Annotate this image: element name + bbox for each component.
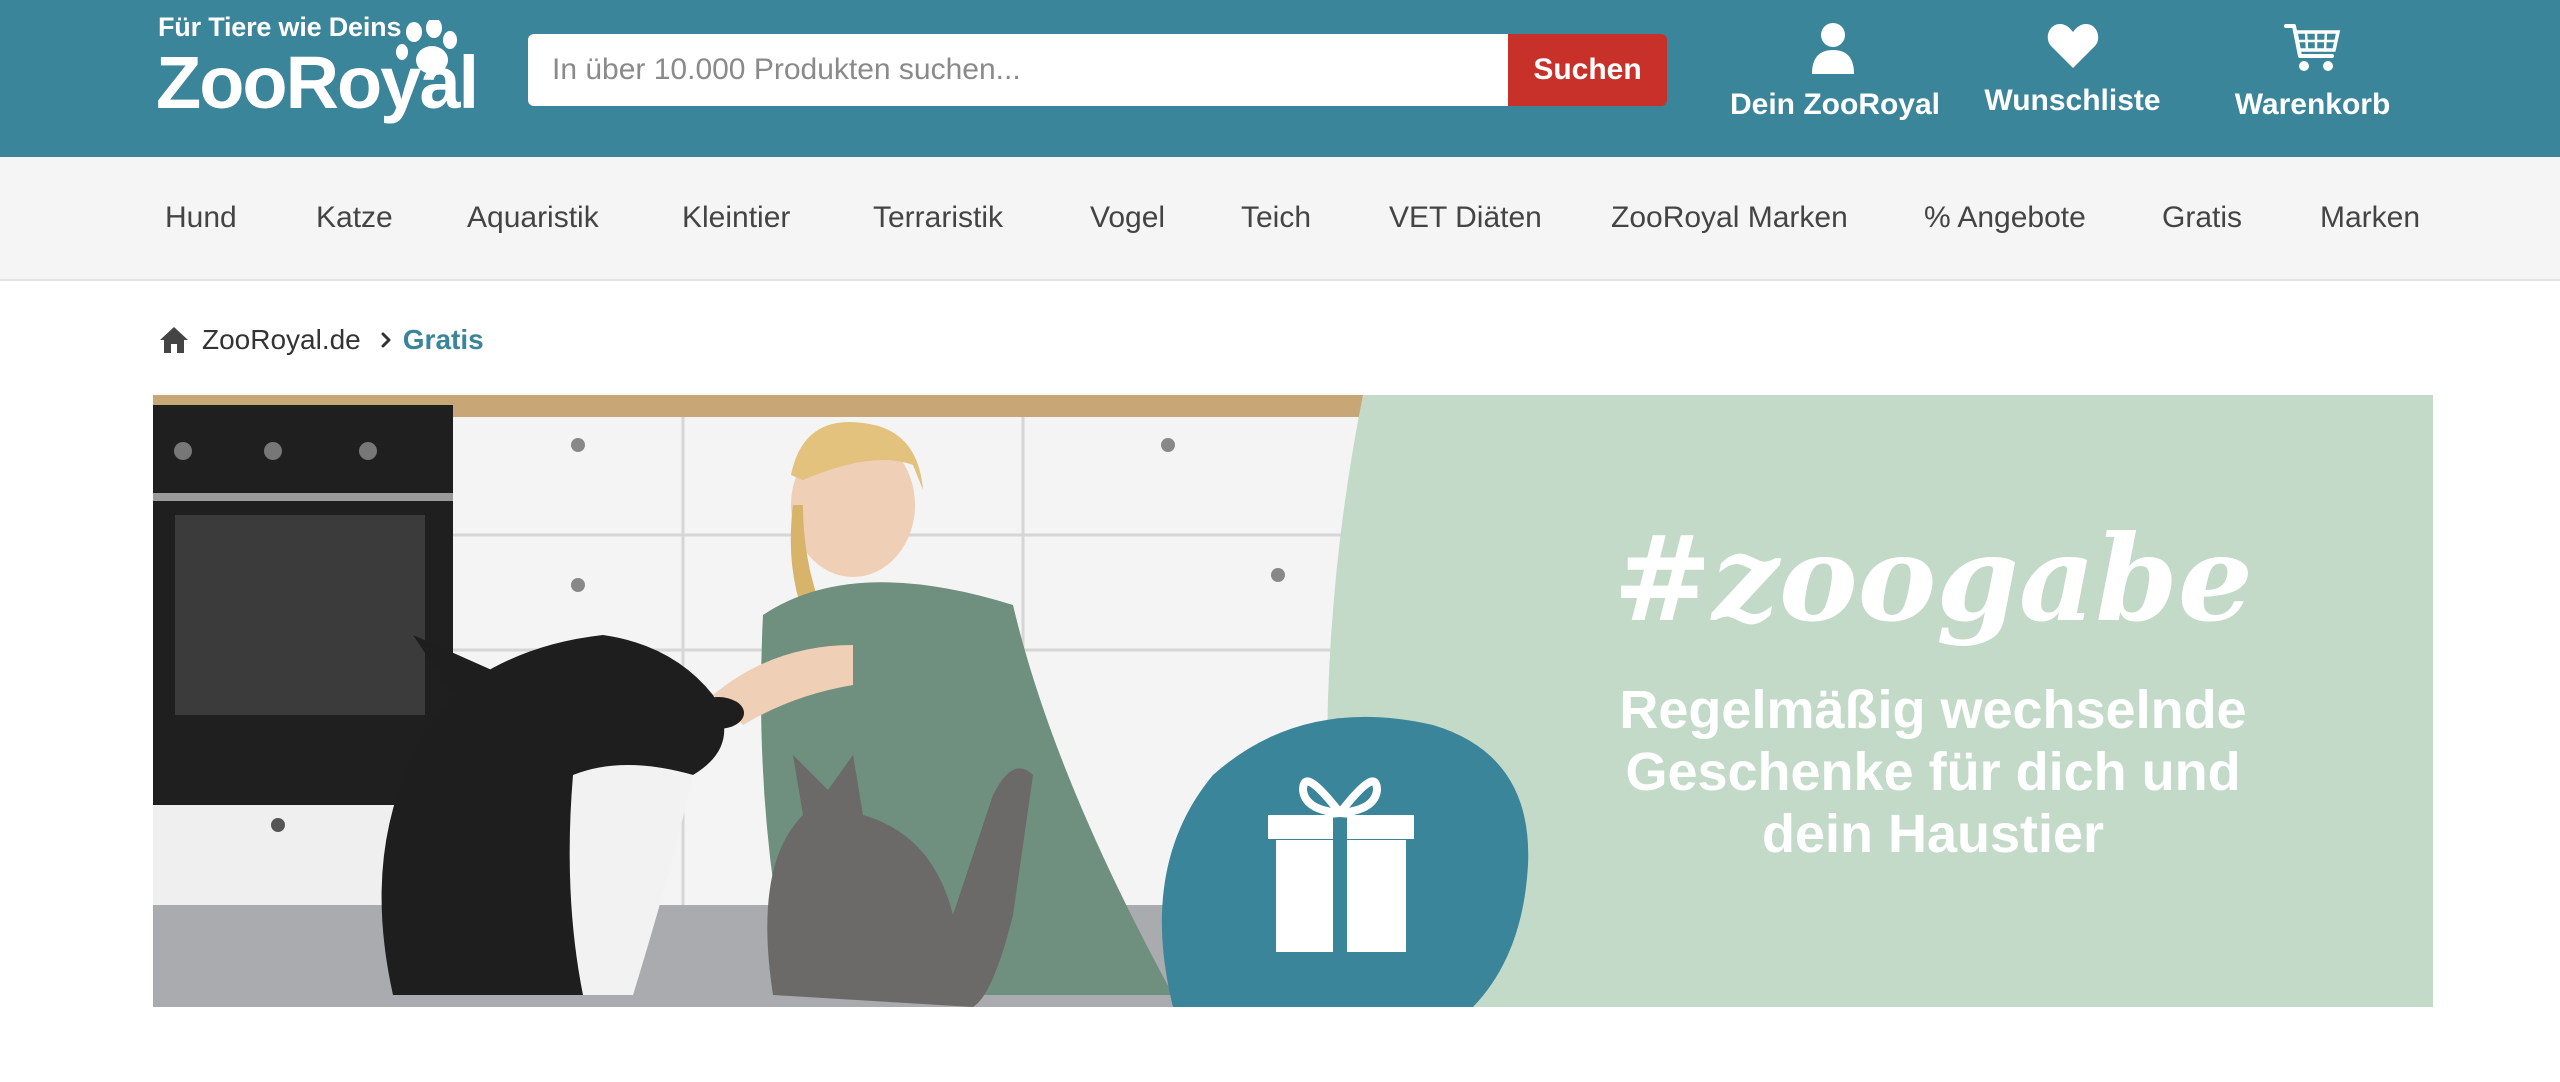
banner-line-1: Regelmäßig wechselnde: [1619, 680, 2246, 740]
breadcrumb-root[interactable]: ZooRoyal.de: [202, 324, 361, 356]
breadcrumb: ZooRoyal.de Gratis: [158, 318, 484, 362]
paw-icon: [396, 20, 457, 74]
banner-hashtag: #zoogabe: [1613, 509, 2253, 648]
search-button[interactable]: Suchen: [1508, 34, 1667, 106]
zoogabe-banner[interactable]: #zoogabe Regelmäßig wechselnde Geschenke…: [153, 395, 2433, 1007]
nav-item-marken[interactable]: Marken: [2320, 157, 2420, 279]
breadcrumb-current: Gratis: [402, 324, 484, 355]
home-icon[interactable]: [158, 324, 190, 356]
nav-item-hund[interactable]: Hund: [165, 157, 237, 279]
account-link[interactable]: Dein ZooRoyal: [1730, 22, 1941, 132]
search-input[interactable]: [528, 34, 1510, 106]
user-icon: [1811, 23, 1854, 74]
nav-item-gratis[interactable]: Gratis: [2162, 157, 2242, 279]
nav-item-vet-diaeten[interactable]: VET Diäten: [1389, 157, 1542, 279]
wishlist-link[interactable]: Wunschliste: [1980, 22, 2165, 132]
nav-item-angebote[interactable]: % Angebote: [1924, 157, 2086, 279]
cart-label: Warenkorb: [2234, 88, 2391, 121]
nav-item-zooroyal-marken[interactable]: ZooRoyal Marken: [1611, 157, 1848, 279]
main-nav: Hund Katze Aquaristik Kleintier Terraris…: [0, 157, 2560, 281]
banner-artwork: #zoogabe Regelmäßig wechselnde Geschenke…: [153, 395, 2433, 1007]
nav-item-vogel[interactable]: Vogel: [1090, 157, 1165, 279]
zooroyal-logo[interactable]: Für Tiere wie Deins ZooRoyal: [156, 12, 479, 132]
cart-link[interactable]: Warenkorb: [2225, 22, 2400, 132]
cart-icon: [2283, 24, 2340, 71]
nav-item-teich[interactable]: Teich: [1241, 157, 1311, 279]
banner-line-3: dein Haustier: [1762, 804, 2104, 864]
nav-item-aquaristik[interactable]: Aquaristik: [467, 157, 599, 279]
account-label: Dein ZooRoyal: [1730, 88, 1941, 121]
logo-tagline: Für Tiere wie Deins: [158, 12, 402, 42]
chevron-right-icon: [381, 332, 391, 348]
nav-item-kleintier[interactable]: Kleintier: [682, 157, 790, 279]
heart-icon: [2047, 24, 2098, 68]
search-bar: Suchen: [528, 34, 1667, 106]
wishlist-label: Wunschliste: [1984, 84, 2161, 117]
nav-item-terraristik[interactable]: Terraristik: [873, 157, 1003, 279]
site-header: Für Tiere wie Deins ZooRoyal Suchen Dein…: [0, 0, 2560, 157]
nav-item-katze[interactable]: Katze: [316, 157, 393, 279]
banner-line-2: Geschenke für dich und: [1625, 742, 2240, 802]
